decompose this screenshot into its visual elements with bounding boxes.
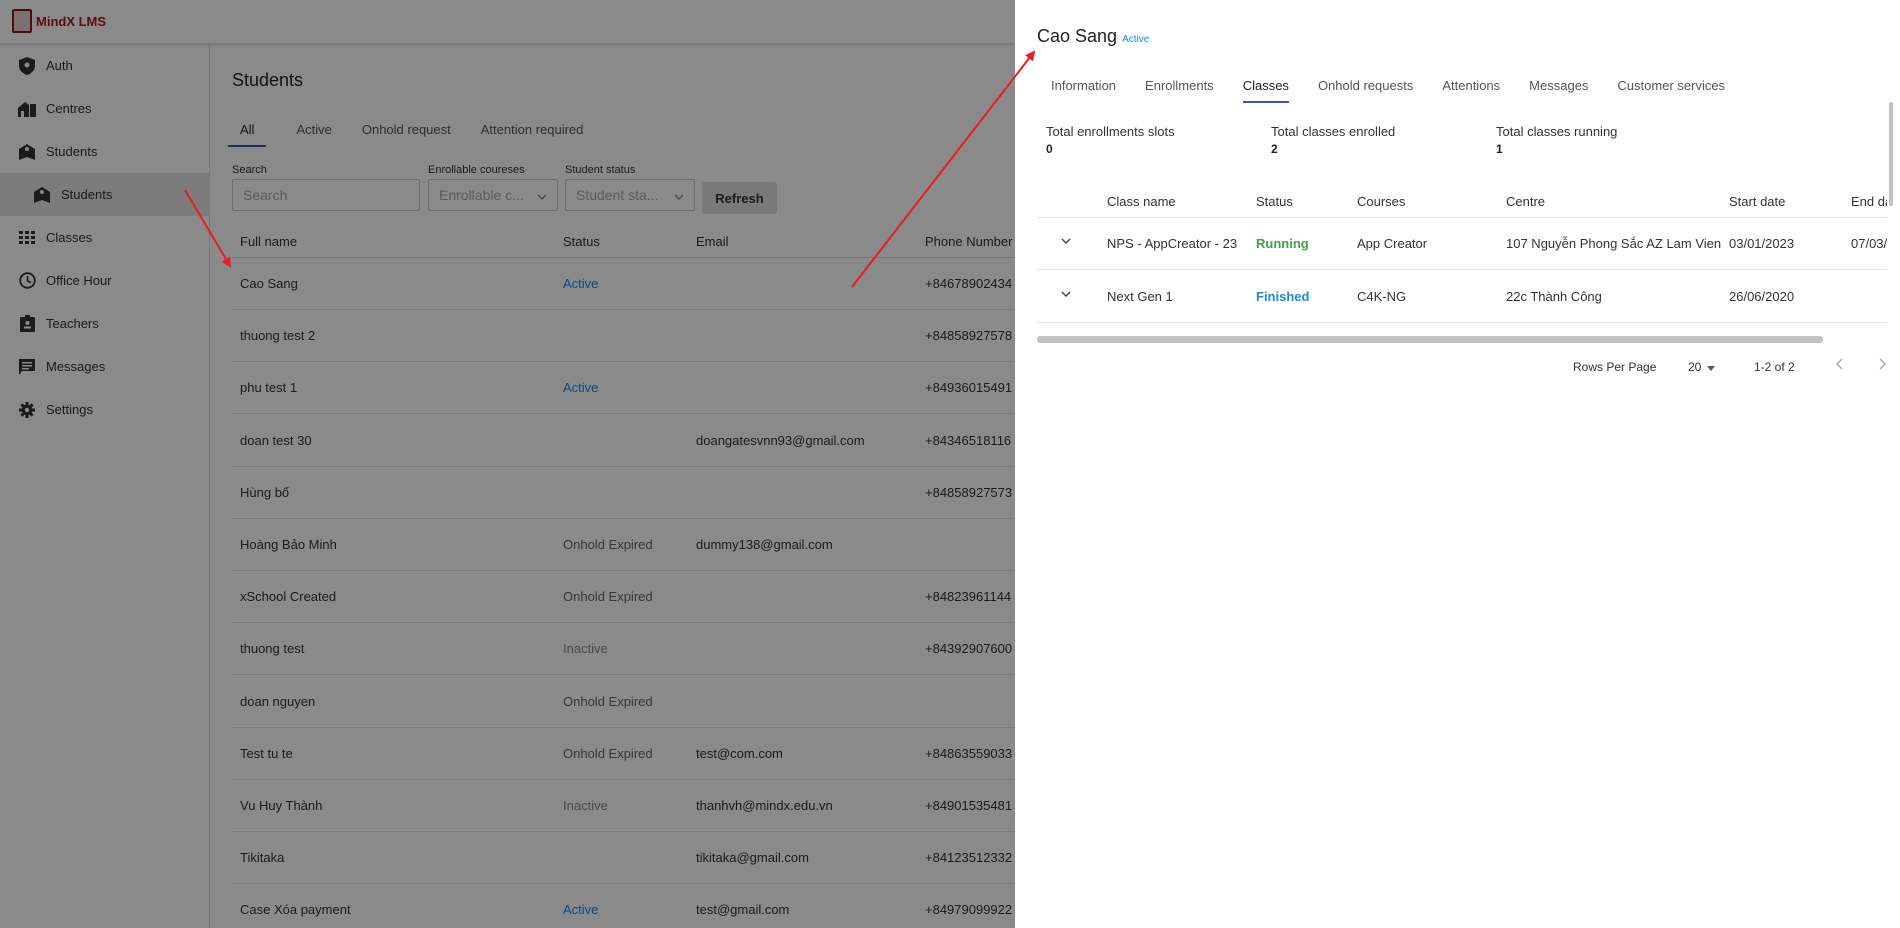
rows-per-page-value: 20: [1688, 360, 1702, 374]
next-page-icon[interactable]: [1875, 357, 1889, 374]
class-start-date: 26/06/2020: [1729, 289, 1795, 304]
rows-per-page-select[interactable]: 20: [1688, 360, 1716, 374]
expand-row-icon[interactable]: [1059, 287, 1073, 301]
status-badge: Active: [1122, 34, 1150, 45]
class-course: C4K-NG: [1357, 289, 1407, 304]
stat-total-classes-running: Total classes running 1: [1496, 124, 1617, 156]
drawer-title: Cao Sang Active: [1037, 26, 1149, 47]
table-row[interactable]: Next Gen 1 Finished C4K-NG 22c Thành Côn…: [1037, 271, 1887, 323]
modal-backdrop[interactable]: [0, 0, 1015, 928]
stat-value: 1: [1496, 142, 1503, 156]
tab-onhold-requests[interactable]: Onhold requests: [1318, 78, 1413, 103]
rows-per-page-label: Rows Per Page: [1573, 360, 1657, 374]
caret-down-icon: [1707, 360, 1716, 374]
classes-table-header: Class name Status Courses Centre Start d…: [1037, 185, 1887, 218]
column-header-status[interactable]: Status: [1256, 194, 1293, 209]
tab-messages[interactable]: Messages: [1529, 78, 1588, 103]
student-detail-drawer: Cao Sang Active Information Enrollments …: [1015, 0, 1900, 928]
expand-row-icon[interactable]: [1059, 234, 1073, 248]
stat-total-enrollment-slots: Total enrollments slots 0: [1046, 124, 1175, 156]
class-centre: 22c Thành Công: [1506, 289, 1602, 304]
stat-value: 0: [1046, 142, 1053, 156]
stat-total-classes-enrolled: Total classes enrolled 2: [1271, 124, 1395, 156]
class-end-date: 07/03/20: [1851, 236, 1887, 251]
stat-label: Total enrollments slots: [1046, 124, 1175, 139]
pagination: Rows Per Page 20 1-2 of 2: [1573, 357, 1886, 377]
class-status: Finished: [1256, 289, 1310, 304]
table-row[interactable]: NPS - AppCreator - 23 Running App Creato…: [1037, 218, 1887, 270]
class-stats: Total enrollments slots 0 Total classes …: [1046, 124, 1746, 160]
column-header-courses[interactable]: Courses: [1357, 194, 1405, 209]
column-header-start-date[interactable]: Start date: [1729, 194, 1785, 209]
class-centre: 107 Nguyễn Phong Sắc AZ Lam Vien: [1506, 236, 1722, 251]
tab-information[interactable]: Information: [1051, 78, 1116, 103]
classes-table: Class name Status Courses Centre Start d…: [1037, 185, 1887, 325]
tab-enrollments[interactable]: Enrollments: [1145, 78, 1214, 103]
class-course: App Creator: [1357, 236, 1428, 251]
class-start-date: 03/01/2023: [1729, 236, 1795, 251]
column-header-class-name[interactable]: Class name: [1107, 194, 1176, 209]
class-name: NPS - AppCreator - 23: [1107, 236, 1238, 251]
vertical-scrollbar[interactable]: [1889, 102, 1893, 206]
column-header-centre[interactable]: Centre: [1506, 194, 1545, 209]
tab-classes[interactable]: Classes: [1242, 78, 1289, 103]
stat-value: 2: [1271, 142, 1278, 156]
stat-label: Total classes running: [1496, 124, 1618, 139]
column-header-end-date[interactable]: End date: [1851, 194, 1887, 209]
tab-attentions[interactable]: Attentions: [1442, 78, 1500, 103]
class-status: Running: [1256, 236, 1309, 251]
previous-page-icon[interactable]: [1833, 357, 1847, 374]
drawer-tabs: Information Enrollments Classes Onhold r…: [1051, 78, 1754, 103]
student-name: Cao Sang: [1037, 26, 1118, 46]
horizontal-scrollbar[interactable]: [1037, 336, 1823, 343]
tab-customer-services[interactable]: Customer services: [1617, 78, 1725, 103]
class-name: Next Gen 1: [1107, 289, 1173, 304]
pagination-range: 1-2 of 2: [1754, 360, 1795, 374]
stat-label: Total classes enrolled: [1271, 124, 1396, 139]
